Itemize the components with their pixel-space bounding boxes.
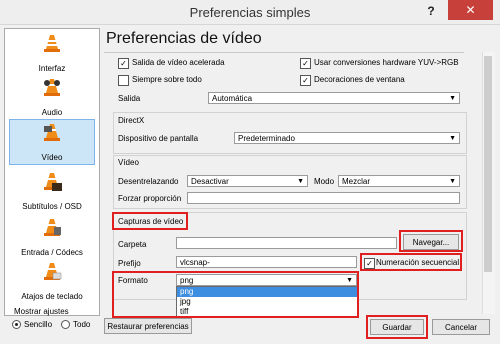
sequential-highlight [360,253,462,271]
mode-value: Mezclar [342,177,371,186]
directx-heading: DirectX [118,116,145,125]
sidebar-item-subtitles[interactable]: Subtítulos / OSD [5,169,99,213]
chevron-down-icon: ▼ [449,135,456,142]
accelerated-output-label: Salida de vídeo acelerada [132,58,225,67]
window-decorations-checkbox[interactable]: ✓ [300,75,311,86]
sidebar-item-label: Entrada / Códecs [21,248,83,257]
force-ratio-label: Forzar proporción [118,194,182,203]
video-heading: Vídeo [118,158,139,167]
mode-label: Modo [314,177,335,186]
hw-yuv-checkbox[interactable]: ✓ [300,58,311,69]
save-highlight [366,315,428,339]
sidebar-item-hotkeys[interactable]: Atajos de teclado [5,259,99,303]
audio-cone-icon [44,79,60,96]
always-on-top-checkbox[interactable] [118,75,129,86]
deinterlace-value: Desactivar [191,177,229,186]
deinterlace-select[interactable]: Desactivar ▼ [187,175,308,187]
title-divider [104,52,464,53]
scrollbar-thumb[interactable] [484,56,492,272]
output-select[interactable]: Automática ▼ [208,92,460,104]
output-select-value: Automática [212,94,253,103]
chevron-down-icon: ▼ [449,178,456,185]
display-device-value: Predeterminado [238,134,295,143]
display-device-label: Dispositivo de pantalla [118,134,199,143]
accelerated-output-checkbox[interactable]: ✓ [118,58,129,69]
simple-radio-label: Sencillo [24,320,53,329]
chevron-down-icon: ▼ [449,95,456,102]
snapshots-highlight [112,212,188,230]
prefix-label: Prefijo [118,259,141,268]
mode-select[interactable]: Mezclar ▼ [338,175,460,187]
sidebar-item-label: Interfaz [38,64,66,73]
all-radio[interactable] [61,320,70,329]
category-sidebar: Interfaz Audio Vídeo Subtítulos / OSD En… [4,28,100,316]
interface-cone-icon [44,35,60,52]
sidebar-item-input-codecs[interactable]: Entrada / Códecs [5,215,99,259]
output-label: Salida [118,94,141,103]
sidebar-item-label: Audio [41,108,63,117]
simple-radio[interactable] [12,320,21,329]
sidebar-item-audio[interactable]: Audio [5,75,99,119]
folder-label: Carpeta [118,240,147,249]
sidebar-item-label: Vídeo [41,153,63,162]
close-button[interactable]: ✕ [448,0,493,20]
video-cone-icon [44,124,60,141]
sidebar-item-interface[interactable]: Interfaz [5,31,99,75]
force-ratio-input[interactable] [187,192,460,204]
hotkeys-cone-icon [44,263,62,280]
cancel-button[interactable]: Cancelar [432,319,490,335]
page-title: Preferencias de vídeo [106,30,262,47]
format-highlight [112,271,359,318]
display-device-select[interactable]: Predeterminado ▼ [234,132,460,144]
folder-input[interactable] [176,237,397,249]
hw-yuv-label: Usar conversiones hardware YUV->RGB [314,58,459,67]
help-button[interactable]: ? [420,2,442,20]
reset-preferences-button[interactable]: Restaurar preferencias [104,318,192,334]
subtitles-cone-icon [44,173,62,191]
browse-highlight [399,230,463,252]
deinterlace-label: Desentrelazando [118,177,179,186]
all-radio-label: Todo [73,320,91,329]
window-decorations-label: Decoraciones de ventana [314,75,405,84]
prefix-input[interactable]: vlcsnap- [176,256,357,268]
sidebar-item-label: Atajos de teclado [21,292,83,301]
sidebar-item-video[interactable]: Vídeo [9,119,95,165]
always-on-top-label: Siempre sobre todo [132,75,202,84]
sidebar-item-label: Subtítulos / OSD [22,202,82,211]
input-codecs-cone-icon [44,219,61,236]
chevron-down-icon: ▼ [297,178,304,185]
